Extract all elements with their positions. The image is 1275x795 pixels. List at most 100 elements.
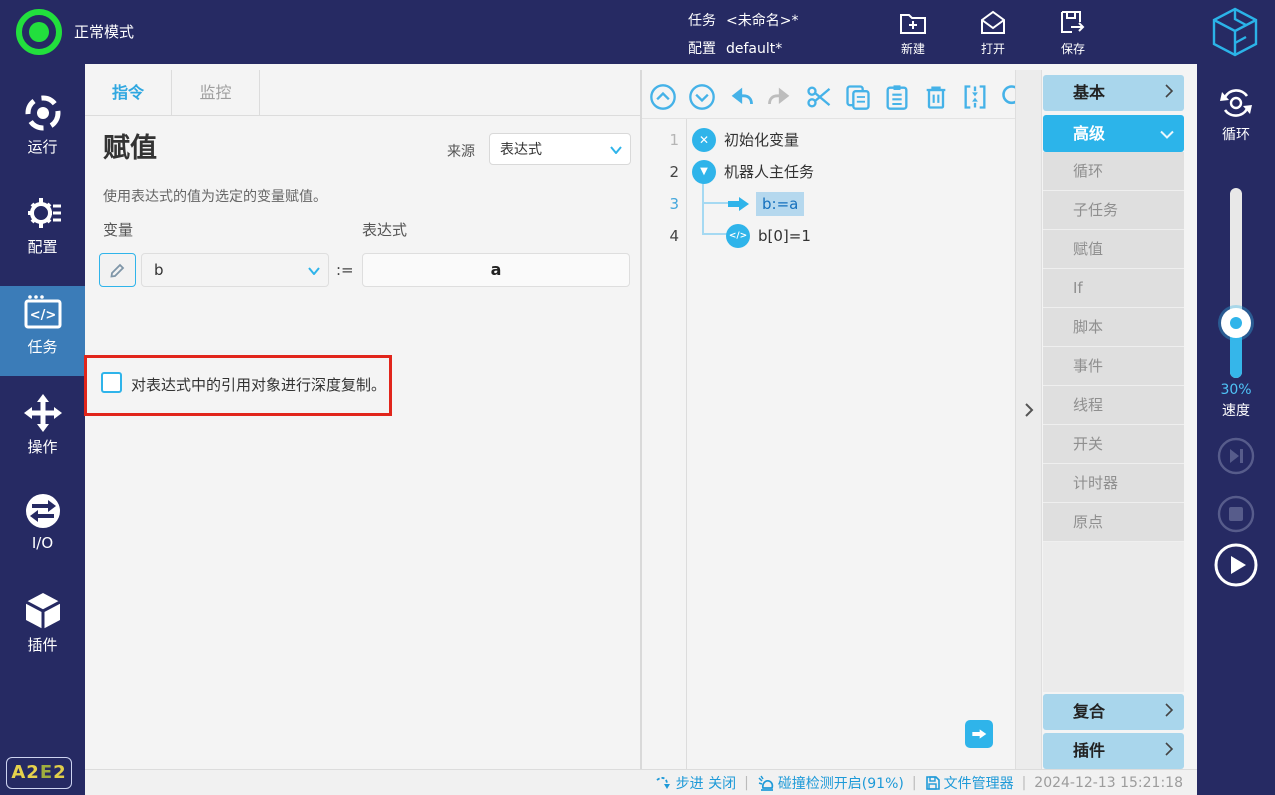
- palette-item-switch[interactable]: 开关: [1043, 425, 1184, 464]
- step-button[interactable]: [1216, 436, 1256, 476]
- open-icon: [966, 8, 1020, 38]
- loop-mode-toggle[interactable]: 循环: [1197, 84, 1275, 144]
- tree-node-label: b[0]=1: [758, 224, 811, 248]
- sidebar-item-run[interactable]: 运行: [0, 86, 85, 176]
- play-icon: [1213, 542, 1259, 588]
- save-icon: [1046, 8, 1100, 38]
- speed-slider-thumb[interactable]: [1221, 308, 1251, 338]
- palette-item-script[interactable]: 脚本: [1043, 308, 1184, 347]
- palette-item-label: 开关: [1073, 435, 1103, 453]
- step-status[interactable]: 步进 关闭: [676, 773, 736, 793]
- palette-group-label: 插件: [1073, 741, 1105, 760]
- palette-item-origin[interactable]: 原点: [1043, 503, 1184, 542]
- toolbar-divider: [642, 118, 1015, 119]
- palette-group-basic[interactable]: 基本: [1043, 75, 1184, 111]
- stop-button[interactable]: [1216, 494, 1256, 534]
- sidebar-item-config[interactable]: 配置: [0, 186, 85, 276]
- panel-divider: [640, 70, 642, 769]
- tree-node-main-task[interactable]: ▼ 机器人主任务: [692, 160, 814, 184]
- deepcopy-checkbox[interactable]: [101, 372, 122, 393]
- palette-item-loop[interactable]: 循环: [1043, 152, 1184, 191]
- left-sidebar: 运行 配置 </> 任务 操作 I/O: [0, 64, 85, 795]
- variable-edit-button[interactable]: [99, 253, 136, 287]
- loop-label: 循环: [1197, 124, 1275, 144]
- move-down-button[interactable]: [687, 82, 717, 112]
- assign-operator: :=: [336, 261, 354, 279]
- page-title: 赋值: [103, 126, 157, 165]
- tree-node-assignment-selected[interactable]: b:=a: [726, 192, 804, 216]
- tree-connector: [702, 233, 728, 235]
- variable-select[interactable]: b: [141, 253, 329, 287]
- instruction-description: 使用表达式的值为选定的变量赋值。: [103, 186, 327, 206]
- system-timestamp: 2024-12-13 15:21:18: [1034, 775, 1183, 791]
- brand-logo-cube: [1208, 5, 1262, 63]
- paste-button[interactable]: [882, 82, 912, 112]
- line-number: 1: [645, 125, 679, 155]
- sidebar-item-io[interactable]: I/O: [0, 484, 85, 574]
- redo-icon: [766, 83, 794, 111]
- delete-button[interactable]: [921, 82, 951, 112]
- palette-item-label: 线程: [1073, 396, 1103, 414]
- speed-slider-track[interactable]: [1230, 188, 1242, 378]
- palette-item-timer[interactable]: 计时器: [1043, 464, 1184, 503]
- slider-thumb-dot: [1230, 317, 1242, 329]
- collision-status[interactable]: 碰撞检测开启(91%): [778, 773, 904, 793]
- move-up-button[interactable]: [648, 82, 678, 112]
- palette-item-label: 计时器: [1073, 474, 1118, 492]
- chevron-right-icon: [1165, 694, 1174, 730]
- next-step-button[interactable]: [965, 720, 993, 748]
- sidebar-item-plugin[interactable]: 插件: [0, 584, 85, 674]
- new-button[interactable]: 新建: [886, 8, 940, 57]
- tree-node-script[interactable]: </> b[0]=1: [726, 224, 811, 248]
- sidebar-item-label: 插件: [0, 634, 85, 655]
- tab-instruction[interactable]: 指令: [85, 70, 172, 116]
- expand-panel-button[interactable]: [1015, 396, 1042, 424]
- robot-model-badge[interactable]: A2E2: [6, 757, 72, 789]
- palette-item-subtask[interactable]: 子任务: [1043, 191, 1184, 230]
- palette-item-thread[interactable]: 线程: [1043, 386, 1184, 425]
- speed-percentage: 30%: [1197, 382, 1275, 398]
- cut-button[interactable]: [804, 82, 834, 112]
- file-manager-icon: [925, 775, 940, 790]
- palette-item-assignment[interactable]: 赋值: [1043, 230, 1184, 269]
- tree-toolbar: [648, 82, 1029, 116]
- file-manager-link[interactable]: 文件管理器: [944, 773, 1014, 793]
- palette-item-label: 事件: [1073, 357, 1103, 375]
- separator: |: [744, 775, 749, 791]
- expand-triangle-icon: ▼: [692, 160, 716, 184]
- collapse-button[interactable]: [960, 82, 990, 112]
- palette-item-label: If: [1073, 279, 1083, 297]
- speed-label: 速度: [1197, 400, 1275, 420]
- sidebar-item-label: 操作: [0, 436, 85, 457]
- loop-icon: [1217, 84, 1255, 122]
- source-select[interactable]: 表达式: [489, 133, 631, 165]
- redo-button[interactable]: [765, 82, 795, 112]
- move-arrows-icon: [22, 392, 64, 434]
- sidebar-item-label: 运行: [0, 136, 85, 157]
- palette-group-advanced[interactable]: 高级: [1043, 115, 1184, 152]
- line-number: 3: [645, 189, 679, 219]
- palette-item-if[interactable]: If: [1043, 269, 1184, 308]
- tree-node-init-vars[interactable]: ✕ 初始化变量: [692, 128, 799, 152]
- palette-empty-area: [1043, 542, 1184, 692]
- status-bar: 步进 关闭 | 碰撞检测开启(91%) | 文件管理器 | 2024-12-13…: [85, 769, 1197, 795]
- deepcopy-label: 对表达式中的引用对象进行深度复制。: [131, 374, 386, 395]
- tab-monitor[interactable]: 监控: [172, 70, 260, 116]
- sidebar-item-operate[interactable]: 操作: [0, 386, 85, 476]
- palette-group-composite[interactable]: 复合: [1043, 694, 1184, 730]
- sidebar-item-label: 配置: [0, 236, 85, 257]
- sidebar-item-task[interactable]: </> 任务: [0, 286, 85, 376]
- save-button-label: 保存: [1046, 40, 1100, 57]
- palette-group-plugin[interactable]: 插件: [1043, 733, 1184, 769]
- expression-input[interactable]: a: [362, 253, 630, 287]
- stop-icon: [1216, 494, 1256, 534]
- save-button[interactable]: 保存: [1046, 8, 1100, 57]
- undo-button[interactable]: [726, 82, 756, 112]
- play-button[interactable]: [1213, 542, 1259, 588]
- palette-item-label: 赋值: [1073, 240, 1103, 258]
- tree-connector: [702, 183, 704, 235]
- palette-item-event[interactable]: 事件: [1043, 347, 1184, 386]
- paste-icon: [883, 83, 911, 111]
- copy-button[interactable]: [843, 82, 873, 112]
- open-button[interactable]: 打开: [966, 8, 1020, 57]
